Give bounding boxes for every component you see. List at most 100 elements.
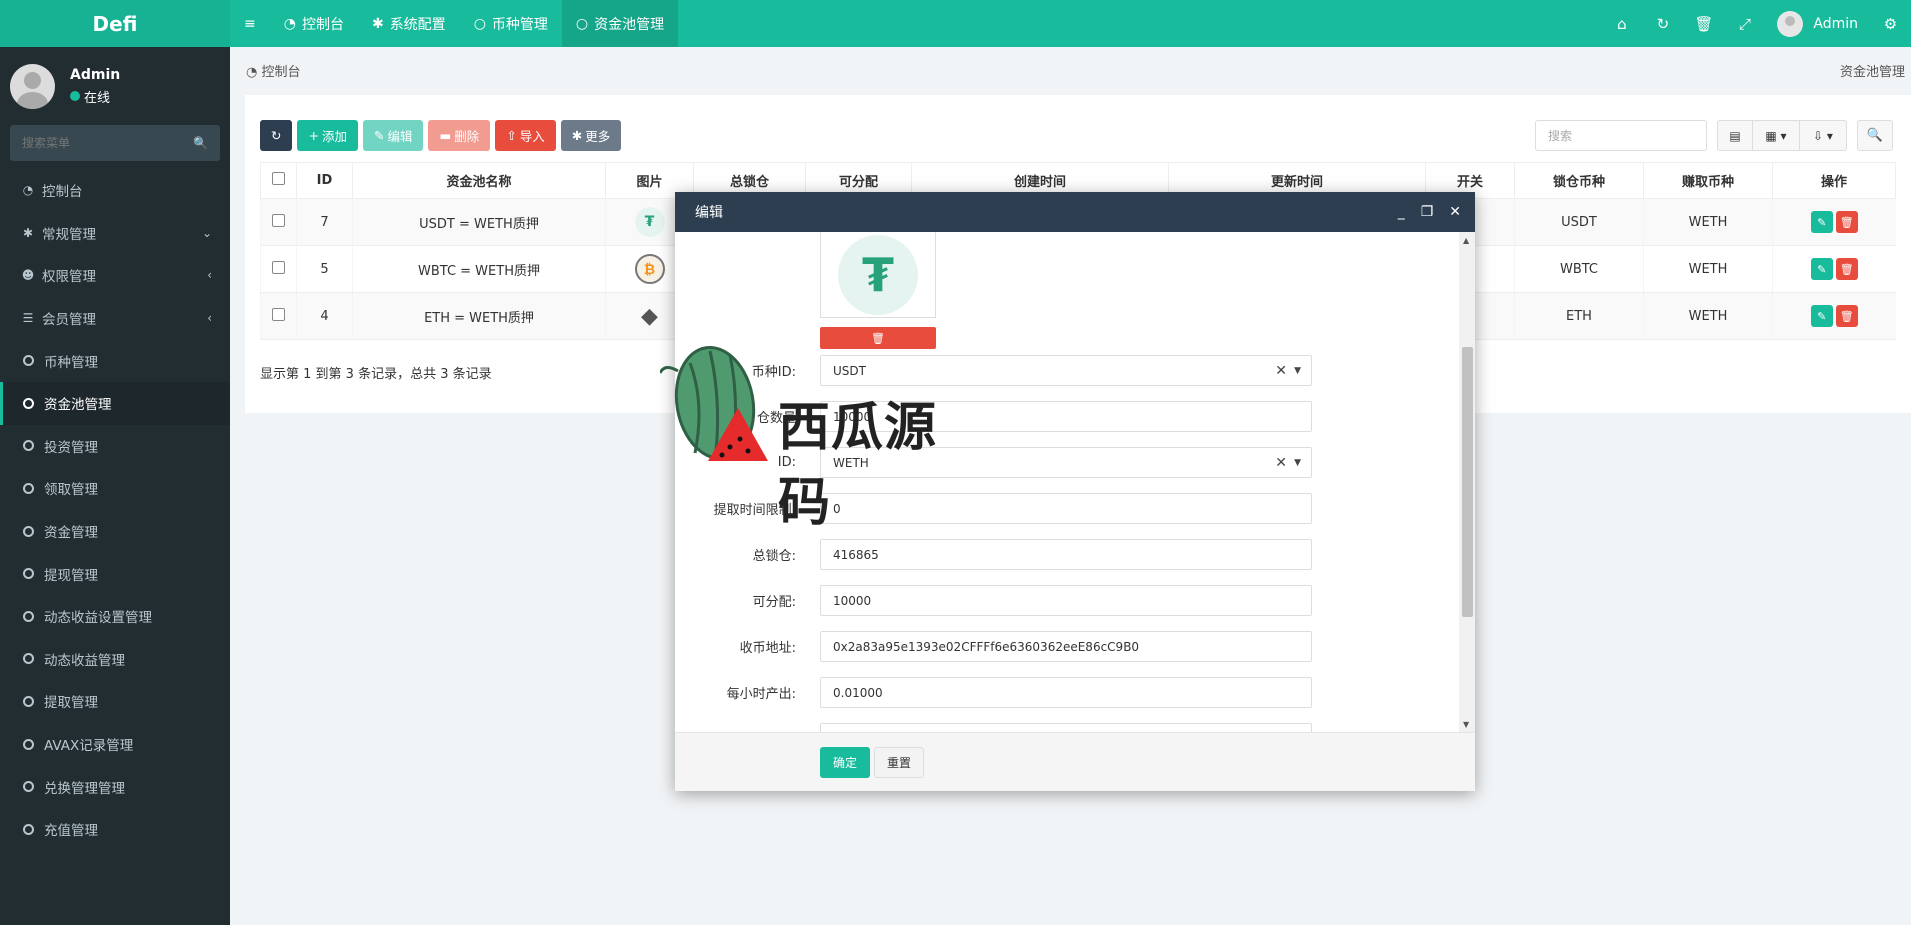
circle-icon: ○ <box>575 15 589 32</box>
sidebar-item-dashboard[interactable]: ◔ 控制台 <box>0 169 230 212</box>
cogs-icon[interactable]: ⚙ <box>1870 0 1911 47</box>
row-delete-button[interactable]: 🗑 <box>1835 258 1858 280</box>
home-icon[interactable]: ⌂ <box>1601 0 1642 47</box>
modal-footer: 确定 重置 <box>675 732 1475 791</box>
toggle-view-button[interactable]: ▤ <box>1717 120 1753 151</box>
image-preview: ₮ <box>820 232 936 318</box>
form-row: 可分配: 10000 <box>675 585 1455 616</box>
sidebar-item-general[interactable]: ✱ 常规管理 ⌄ <box>0 212 230 255</box>
tab-pool-management[interactable]: ○ 资金池管理 <box>561 0 679 47</box>
modal-title: 编辑 <box>695 205 723 221</box>
breadcrumb[interactable]: ◔ 控制台 <box>246 61 301 80</box>
scroll-down-icon[interactable]: ▼ <box>1463 720 1469 729</box>
row-checkbox[interactable] <box>260 292 297 340</box>
top-navbar: Defi ≡ ◔ 控制台 ✱ 系统配置 ○ 币种管理 ○ 资金池管理 ⌂ ↻ 🗑 ⤢ A… <box>0 0 1911 47</box>
clear-icon[interactable]: ✕ <box>1275 363 1287 379</box>
total-lock-input[interactable]: 416865 <box>820 539 1312 570</box>
watermark-text: 西瓜源码 <box>778 398 938 533</box>
sidebar-item-dynamic-income[interactable]: 动态收益管理 <box>0 638 230 681</box>
tab-coin-management[interactable]: ○ 币种管理 <box>460 0 562 47</box>
row-delete-button[interactable]: 🗑 <box>1835 211 1858 233</box>
sidebar-search-input[interactable] <box>22 136 182 150</box>
user-status: 在线 <box>70 87 120 106</box>
scroll-up-icon[interactable]: ▲ <box>1463 236 1469 245</box>
sidebar-item-recharge[interactable]: 充值管理 <box>0 808 230 851</box>
circle-icon <box>23 568 34 580</box>
delete-button[interactable]: ▬ 删除 <box>428 120 491 151</box>
row-edit-button[interactable]: ✎ <box>1810 305 1833 327</box>
export-button[interactable]: ⇩ ▾ <box>1800 120 1847 151</box>
distributable-input[interactable]: 10000 <box>820 585 1312 616</box>
sidebar-item-members[interactable]: ☰ 会员管理 ‹ <box>0 297 230 340</box>
row-checkbox[interactable] <box>260 198 297 246</box>
refresh-icon[interactable]: ↻ <box>1642 0 1683 47</box>
column-header[interactable]: 赚取币种 <box>1643 162 1773 199</box>
watermelon-logo-icon <box>658 345 768 462</box>
dashboard-icon: ◔ <box>246 65 262 80</box>
sidebar-item-invest[interactable]: 投资管理 <box>0 425 230 468</box>
tether-icon: ₮ <box>838 234 918 315</box>
nav-right: ⌂ ↻ 🗑 ⤢ Admin ⚙ <box>1601 0 1911 47</box>
dashboard-icon: ◔ <box>283 15 296 32</box>
maximize-icon[interactable]: ❐ <box>1421 204 1434 220</box>
refresh-icon: ↻ <box>271 128 282 143</box>
table-view-buttons: ▤ ▦ ▾ ⇩ ▾ <box>1717 120 1847 151</box>
form-row: 总锁仓: 416865 <box>675 539 1455 570</box>
top-user-menu[interactable]: Admin <box>1765 10 1870 37</box>
trash-icon[interactable]: 🗑 <box>1683 0 1724 47</box>
circle-icon <box>23 482 34 494</box>
scrollbar-thumb[interactable] <box>1462 347 1473 617</box>
search-icon[interactable]: 🔍 <box>193 136 208 150</box>
sidebar-toggle-button[interactable]: ≡ <box>230 0 270 47</box>
column-header[interactable]: 锁仓币种 <box>1514 162 1644 199</box>
plus-icon: + <box>308 128 319 143</box>
column-header[interactable]: 资金池名称 <box>352 162 606 199</box>
add-button[interactable]: + 添加 <box>297 120 358 151</box>
refresh-button[interactable]: ↻ <box>260 120 293 151</box>
user-panel: Admin 在线 <box>0 47 230 125</box>
sidebar-item-permission[interactable]: ☻ 权限管理 ‹ <box>0 254 230 297</box>
select-all-checkbox[interactable] <box>260 162 297 199</box>
sidebar-item-exchange[interactable]: 兑换管理管理 <box>0 765 230 808</box>
brand-logo[interactable]: Defi <box>0 0 230 47</box>
modal-header[interactable]: 编辑 _ ❐ ✕ <box>675 192 1475 232</box>
more-button[interactable]: ✱ 更多 <box>560 120 622 151</box>
receive-address-input[interactable]: 0x2a83a95e1393e02CFFFf6e6360362eeE86cC9B… <box>820 631 1312 662</box>
next-field-input[interactable] <box>820 723 1312 732</box>
clear-icon[interactable]: ✕ <box>1275 455 1287 471</box>
tab-system-config[interactable]: ✱ 系统配置 <box>358 0 460 47</box>
circle-icon: ○ <box>473 15 486 32</box>
search-button[interactable]: 🔍 <box>1857 120 1893 151</box>
sidebar-item-claim[interactable]: 领取管理 <box>0 467 230 510</box>
row-edit-button[interactable]: ✎ <box>1810 211 1833 233</box>
circle-icon <box>23 823 34 835</box>
sidebar-item-funds[interactable]: 资金管理 <box>0 510 230 553</box>
sidebar-item-pools[interactable]: 资金池管理 <box>0 381 230 425</box>
close-icon[interactable]: ✕ <box>1449 204 1461 220</box>
sidebar-item-withdraw[interactable]: 提现管理 <box>0 552 230 595</box>
table-search-input[interactable]: 搜索 <box>1535 120 1707 151</box>
columns-button[interactable]: ▦ ▾ <box>1753 120 1800 151</box>
fullscreen-icon[interactable]: ⤢ <box>1724 0 1765 47</box>
minimize-icon[interactable]: _ <box>1398 204 1405 220</box>
row-delete-button[interactable]: 🗑 <box>1835 305 1858 327</box>
sidebar-item-dynamic-settings[interactable]: 动态收益设置管理 <box>0 595 230 638</box>
hourly-output-input[interactable]: 0.01000 <box>820 677 1312 708</box>
edit-button[interactable]: ✎ 编辑 <box>362 120 424 151</box>
row-checkbox[interactable] <box>260 245 297 293</box>
tab-dashboard[interactable]: ◔ 控制台 <box>270 0 358 47</box>
column-header[interactable]: ID <box>296 162 353 199</box>
row-edit-button[interactable]: ✎ <box>1810 258 1833 280</box>
modal-scrollbar[interactable]: ▲ ▼ <box>1459 232 1475 732</box>
download-icon: ⇩ ▾ <box>1813 128 1833 143</box>
circle-icon <box>23 440 34 452</box>
sidebar-item-avax[interactable]: AVAX记录管理 <box>0 723 230 766</box>
avatar <box>10 63 55 109</box>
page-title: 资金池管理 <box>1839 65 1905 80</box>
sidebar-item-coins[interactable]: 币种管理 <box>0 339 230 382</box>
import-button[interactable]: ⇧ 导入 <box>495 120 556 151</box>
toolbar: ↻ + 添加 ✎ 编辑 ▬ 删除 ⇧ 导入 ✱ 更多 <box>260 120 622 151</box>
confirm-button[interactable]: 确定 <box>820 747 870 778</box>
reset-button[interactable]: 重置 <box>874 747 924 778</box>
sidebar-item-extract[interactable]: 提取管理 <box>0 680 230 723</box>
